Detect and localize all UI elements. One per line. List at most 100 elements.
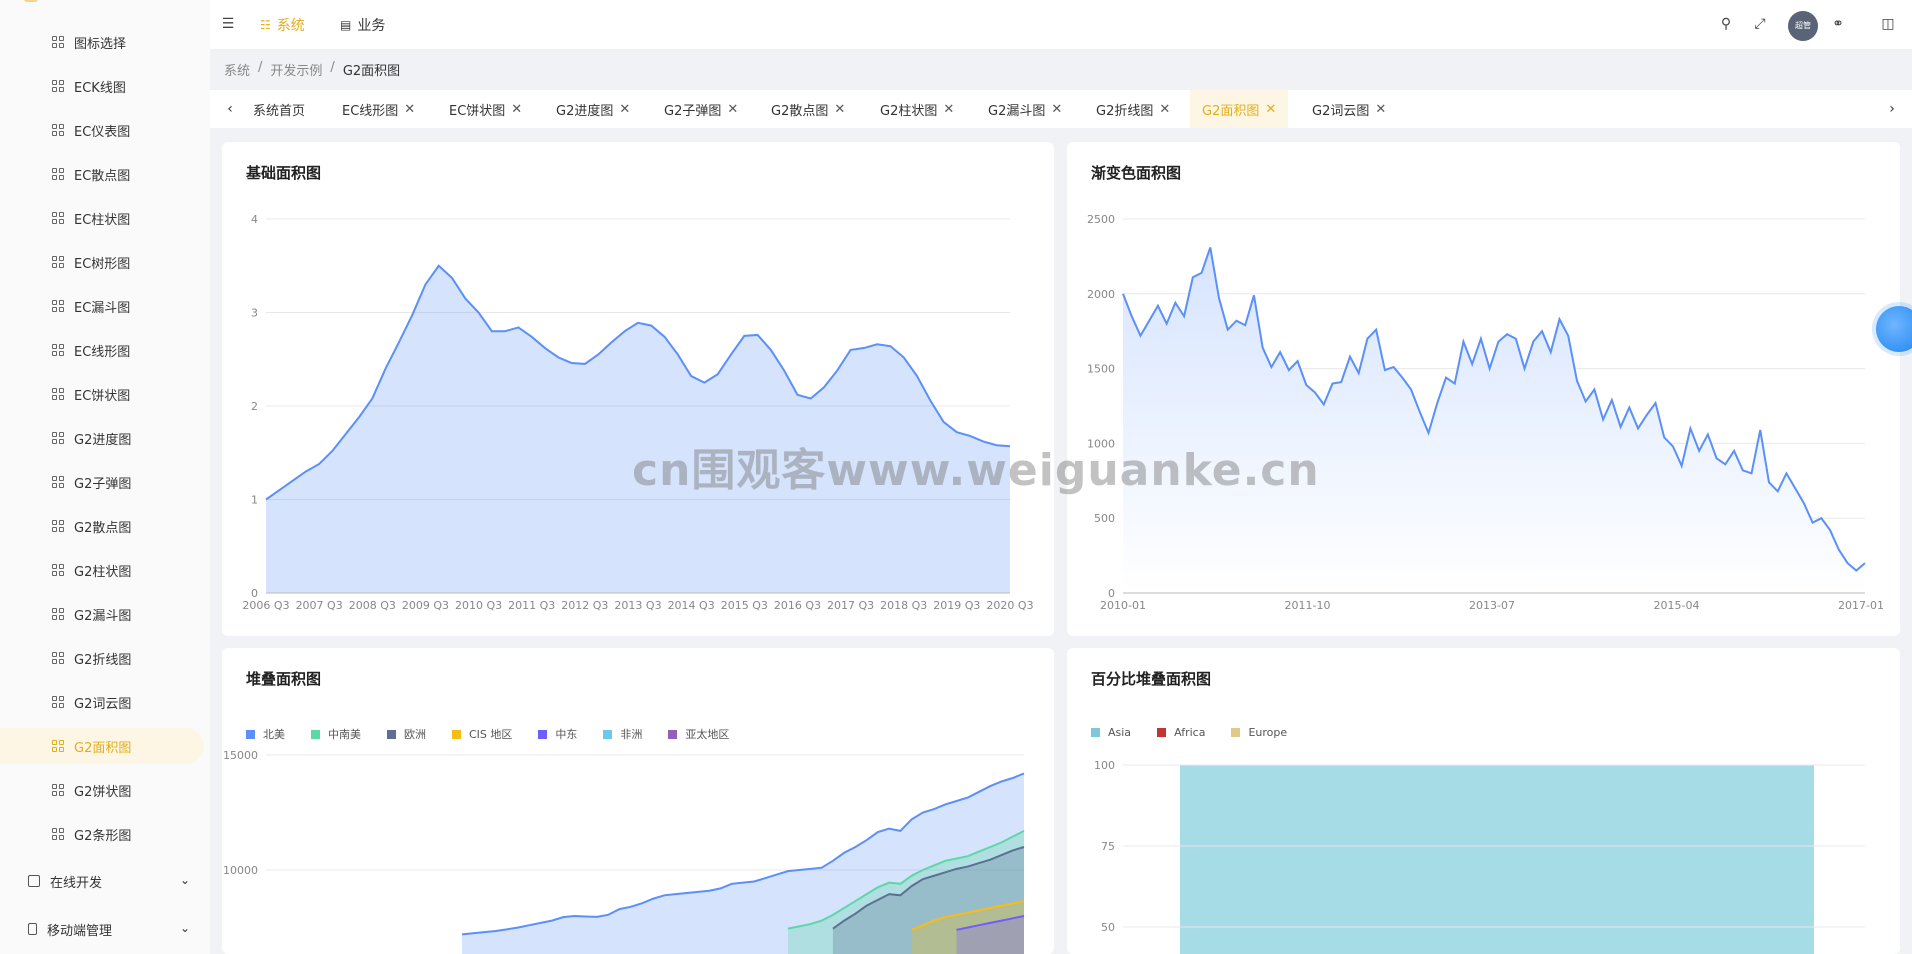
sidebar-item-label: EC线形图: [74, 344, 131, 360]
sidebar-item[interactable]: G2条形图: [0, 816, 210, 852]
globe-icon[interactable]: ⚭: [1830, 16, 1846, 32]
layout-toggle-icon[interactable]: ◫: [1880, 16, 1896, 32]
menu-business[interactable]: ▤ 业务: [340, 15, 385, 35]
tab-item[interactable]: G2柱状图 ✕: [868, 90, 966, 128]
tab-label: G2面积图: [1202, 103, 1260, 119]
close-icon[interactable]: ✕: [834, 102, 845, 117]
sidebar-item-label: G2折线图: [74, 652, 132, 668]
breadcrumb: 系统 / 开发示例 / G2面积图: [224, 60, 400, 79]
close-icon[interactable]: ✕: [1051, 102, 1062, 117]
x-tick-label: 2019 Q3: [933, 599, 980, 612]
breadcrumb-separator: /: [330, 60, 335, 75]
area-fill: [266, 265, 1010, 593]
grid-icon: [52, 212, 64, 224]
grid-icon: [52, 432, 64, 444]
grid-icon: [52, 300, 64, 312]
breadcrumb-item[interactable]: 开发示例: [270, 60, 322, 79]
close-icon[interactable]: ✕: [404, 102, 415, 117]
x-tick-label: 2006 Q3: [242, 599, 289, 612]
tab-label: EC线形图: [342, 103, 399, 119]
close-icon[interactable]: ✕: [1265, 102, 1276, 117]
percent-area-chart: 50 75 100: [1094, 759, 1865, 954]
y-tick-label: 3: [251, 307, 258, 320]
avatar[interactable]: 超管: [1788, 11, 1818, 41]
tabs-prev-icon[interactable]: ‹: [220, 90, 240, 128]
close-icon[interactable]: ✕: [619, 102, 630, 117]
y-tick-label: 1500: [1087, 363, 1115, 376]
sidebar-item[interactable]: EC散点图: [0, 156, 210, 192]
sidebar-item-label: EC饼状图: [74, 388, 131, 404]
tab-item[interactable]: G2漏斗图 ✕: [976, 90, 1074, 128]
x-tick-label: 2016 Q3: [774, 599, 821, 612]
grid-icon: [52, 256, 64, 268]
fullscreen-icon[interactable]: ⤢: [1752, 16, 1768, 32]
tab-label: G2折线图: [1096, 103, 1154, 119]
grid-icon: [52, 520, 64, 532]
tab-item[interactable]: G2子弹图 ✕: [652, 90, 750, 128]
sidebar-item[interactable]: G2折线图: [0, 640, 210, 676]
sidebar-item[interactable]: EC饼状图: [0, 376, 210, 412]
grid-icon: [52, 652, 64, 664]
percent-area-fill: [1180, 765, 1814, 954]
tab-item[interactable]: G2面积图 ✕: [1190, 90, 1289, 128]
card-gradient-area: 渐变色面积图 0 500 1000 1500 2000 2500 2010-01 2011-1…: [1067, 142, 1900, 636]
y-tick-label: 75: [1101, 840, 1115, 853]
logo-fragment: [24, 0, 38, 2]
y-tick-label: 2500: [1087, 213, 1115, 226]
x-tick-label: 2017-01: [1838, 599, 1884, 612]
close-icon[interactable]: ✕: [727, 102, 738, 117]
y-tick-label: 50: [1101, 921, 1115, 934]
layout-icon: [28, 875, 40, 887]
sidebar-item[interactable]: G2柱状图: [0, 552, 210, 588]
sidebar-item-label: G2子弹图: [74, 476, 132, 492]
sidebar-item[interactable]: G2子弹图: [0, 464, 210, 500]
tab-item[interactable]: G2折线图 ✕: [1084, 90, 1182, 128]
tab-item[interactable]: G2散点图 ✕: [759, 90, 857, 128]
sidebar-item[interactable]: EC树形图: [0, 244, 210, 280]
sidebar-item-label: G2柱状图: [74, 564, 132, 580]
sidebar-item[interactable]: G2漏斗图: [0, 596, 210, 632]
tab-item[interactable]: EC线形图 ✕: [330, 90, 427, 128]
close-icon[interactable]: ✕: [1375, 102, 1386, 117]
tab-item[interactable]: EC饼状图 ✕: [437, 90, 534, 128]
tab-item[interactable]: G2进度图 ✕: [544, 90, 642, 128]
x-tick-label: 2013 Q3: [614, 599, 661, 612]
y-tick-label: 2: [251, 400, 258, 413]
chevron-down-icon: ⌄: [179, 873, 190, 887]
sidebar-item[interactable]: G2散点图: [0, 508, 210, 544]
y-tick-label: 500: [1094, 512, 1115, 525]
close-icon[interactable]: ✕: [943, 102, 954, 117]
breadcrumb-item[interactable]: 系统: [224, 60, 250, 79]
close-icon[interactable]: ✕: [1159, 102, 1170, 117]
sidebar-item-label: 图标选择: [74, 36, 127, 52]
sidebar-item[interactable]: ECK线图: [0, 68, 210, 104]
tab-item[interactable]: 系统首页: [241, 90, 317, 128]
breadcrumb-separator: /: [258, 60, 263, 75]
sidebar-item-label: G2漏斗图: [74, 608, 132, 624]
x-tick-label: 2011 Q3: [508, 599, 555, 612]
tab-label: G2词云图: [1312, 103, 1370, 119]
card-stacked-area: 堆叠面积图 北美 中南美 欧洲 CIS 地区 中东 非洲 亚太地区 10000 15000: [222, 648, 1054, 954]
sidebar-item[interactable]: EC线形图: [0, 332, 210, 368]
sidebar-item[interactable]: 图标选择: [0, 24, 210, 60]
x-tick-label: 2010-01: [1100, 599, 1146, 612]
sidebar-item[interactable]: G2进度图: [0, 420, 210, 456]
search-icon[interactable]: ⚲: [1718, 16, 1734, 32]
stacked-area-chart: 10000 15000: [223, 749, 1025, 954]
sidebar-group-mobile[interactable]: 移动端管理 ⌄: [0, 907, 210, 951]
menu-system[interactable]: ☷ 系统: [260, 15, 305, 35]
close-icon[interactable]: ✕: [511, 102, 522, 117]
sidebar-group-online-dev[interactable]: 在线开发 ⌄: [0, 859, 210, 903]
grid-icon: [52, 36, 64, 48]
sidebar-item[interactable]: G2面积图: [0, 728, 204, 764]
sidebar-item[interactable]: EC仪表图: [0, 112, 210, 148]
sidebar-item[interactable]: EC漏斗图: [0, 288, 210, 324]
avatar-text: 超管: [1795, 21, 1811, 30]
sidebar-item[interactable]: G2饼状图: [0, 772, 210, 808]
sidebar-item[interactable]: G2词云图: [0, 684, 210, 720]
tabs-next-icon[interactable]: ›: [1882, 90, 1902, 128]
sidebar-item[interactable]: EC柱状图: [0, 200, 210, 236]
tab-item[interactable]: G2词云图 ✕: [1300, 90, 1398, 128]
menu-fold-icon[interactable]: ☰: [220, 16, 236, 32]
y-tick-label: 1000: [1087, 437, 1115, 450]
